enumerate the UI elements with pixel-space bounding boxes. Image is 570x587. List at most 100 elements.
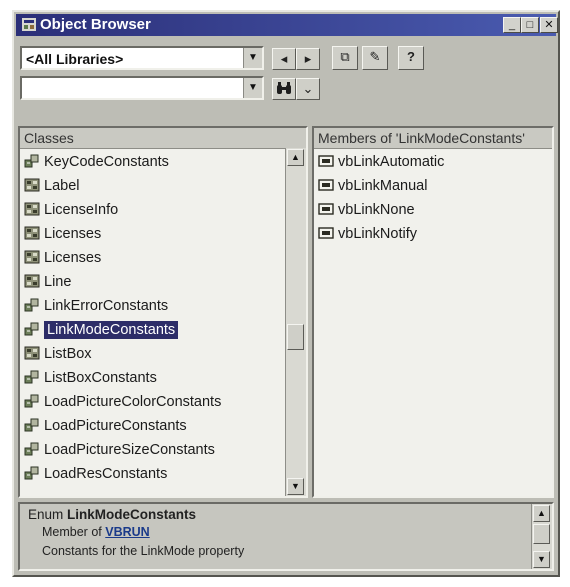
class-item[interactable]: Licenses	[22, 246, 101, 270]
class-item[interactable]: LinkErrorConstants	[22, 294, 168, 318]
details-member-of: Member of VBRUN	[42, 525, 150, 539]
maximize-button[interactable]: □	[521, 17, 539, 33]
classes-scrollbar[interactable]: ▲ ▼	[285, 148, 306, 496]
arrow-up-icon: ▲	[291, 152, 300, 162]
class-icon	[24, 274, 40, 288]
member-item[interactable]: vbLinkAutomatic	[316, 150, 444, 174]
scroll-up-button[interactable]: ▲	[533, 505, 550, 522]
class-item-label: LoadResConstants	[44, 466, 168, 482]
class-item-label: LicenseInfo	[44, 202, 119, 218]
class-item-label: Label	[44, 178, 80, 194]
scroll-up-button[interactable]: ▲	[287, 149, 304, 166]
class-item[interactable]: LinkModeConstants	[22, 318, 179, 342]
enum-icon	[24, 418, 40, 432]
library-select-value: <All Libraries>	[26, 51, 124, 67]
scroll-down-button[interactable]: ▼	[287, 478, 304, 495]
member-item-label: vbLinkManual	[338, 178, 428, 194]
binoculars-icon	[277, 82, 291, 94]
search-button[interactable]	[272, 78, 296, 100]
object-browser-window: Object Browser _ □ ✕ <All Libraries> ▼ ◂…	[12, 10, 560, 577]
copy-to-clipboard-button[interactable]: ⧉	[332, 46, 358, 70]
class-item-label: LinkModeConstants	[44, 321, 179, 339]
class-item-label: Licenses	[44, 226, 102, 242]
class-item[interactable]: LoadResConstants	[22, 462, 167, 486]
view-definition-icon: ✎	[369, 49, 381, 64]
scroll-down-button[interactable]: ▼	[533, 551, 550, 568]
forward-icon: ▸	[304, 51, 312, 66]
class-item-label: LinkErrorConstants	[44, 298, 169, 314]
class-item[interactable]: LoadPictureConstants	[22, 414, 187, 438]
members-pane: Members of 'LinkModeConstants' vbLinkAut…	[312, 126, 554, 498]
enum-icon	[24, 466, 40, 480]
member-item-label: vbLinkAutomatic	[338, 154, 445, 170]
member-of-label: Member of	[42, 525, 102, 539]
class-item[interactable]: Line	[22, 270, 71, 294]
class-item-label: LoadPictureColorConstants	[44, 394, 222, 410]
class-item[interactable]: Label	[22, 174, 79, 198]
library-select[interactable]: <All Libraries> ▼	[20, 46, 264, 70]
back-button[interactable]: ◂	[272, 48, 296, 70]
search-dropdown-button[interactable]: ▼	[243, 78, 262, 98]
constant-icon	[318, 202, 334, 216]
minimize-button[interactable]: _	[503, 17, 521, 33]
class-item[interactable]: LoadPictureSizeConstants	[22, 438, 215, 462]
toggle-search-results-button[interactable]: ⌄	[296, 78, 320, 100]
constant-icon	[318, 178, 334, 192]
class-item-label: Licenses	[44, 250, 102, 266]
details-title: Enum LinkModeConstants	[28, 507, 196, 522]
close-button[interactable]: ✕	[540, 17, 558, 33]
constant-icon	[318, 154, 334, 168]
details-pane: Enum LinkModeConstants Member of VBRUN C…	[18, 502, 554, 571]
member-item[interactable]: vbLinkNotify	[316, 222, 417, 246]
object-browser-icon	[22, 18, 36, 31]
class-item[interactable]: LicenseInfo	[22, 198, 118, 222]
details-kind: Enum	[28, 507, 64, 522]
enum-icon	[24, 370, 40, 384]
class-item[interactable]: Licenses	[22, 222, 101, 246]
members-header: Members of 'LinkModeConstants'	[314, 128, 552, 149]
search-text-combo[interactable]: ▼	[20, 76, 264, 100]
class-item-label: LoadPictureConstants	[44, 418, 187, 434]
constant-icon	[318, 226, 334, 240]
enum-icon	[24, 442, 40, 456]
class-item-label: LoadPictureSizeConstants	[44, 442, 215, 458]
maximize-icon: □	[526, 19, 534, 31]
class-item[interactable]: ListBox	[22, 342, 92, 366]
member-item-label: vbLinkNotify	[338, 226, 417, 242]
class-item[interactable]: KeyCodeConstants	[22, 150, 169, 174]
minimize-icon: _	[508, 19, 516, 31]
enum-icon	[24, 322, 40, 336]
class-icon	[24, 202, 40, 216]
title-bar[interactable]: Object Browser _ □ ✕	[16, 14, 558, 36]
chevron-down-icon: ▼	[248, 52, 258, 63]
chevron-down-icon: ⌄	[302, 81, 314, 96]
forward-button[interactable]: ▸	[296, 48, 320, 70]
details-scrollbar[interactable]: ▲ ▼	[531, 504, 552, 569]
window-title: Object Browser	[40, 16, 151, 33]
library-link[interactable]: VBRUN	[105, 525, 149, 539]
enum-icon	[24, 154, 40, 168]
classes-header: Classes	[20, 128, 306, 149]
help-icon: ?	[407, 49, 415, 64]
scroll-thumb[interactable]	[287, 324, 304, 350]
scroll-thumb[interactable]	[533, 524, 550, 544]
arrow-up-icon: ▲	[537, 508, 546, 518]
details-description: Constants for the LinkMode property	[42, 544, 245, 558]
class-item[interactable]: ListBoxConstants	[22, 366, 157, 390]
arrow-down-icon: ▼	[291, 481, 300, 491]
help-button[interactable]: ?	[398, 46, 424, 70]
arrow-down-icon: ▼	[537, 554, 546, 564]
enum-icon	[24, 298, 40, 312]
member-item-label: vbLinkNone	[338, 202, 415, 218]
class-item[interactable]: LoadPictureColorConstants	[22, 390, 221, 414]
member-item[interactable]: vbLinkNone	[316, 198, 415, 222]
library-dropdown-button[interactable]: ▼	[243, 48, 262, 68]
class-icon	[24, 346, 40, 360]
view-definition-button[interactable]: ✎	[362, 46, 388, 70]
class-icon	[24, 226, 40, 240]
class-item-label: Line	[44, 274, 72, 290]
class-item-label: ListBoxConstants	[44, 370, 157, 386]
back-icon: ◂	[280, 51, 288, 66]
details-name: LinkModeConstants	[67, 507, 197, 522]
member-item[interactable]: vbLinkManual	[316, 174, 427, 198]
